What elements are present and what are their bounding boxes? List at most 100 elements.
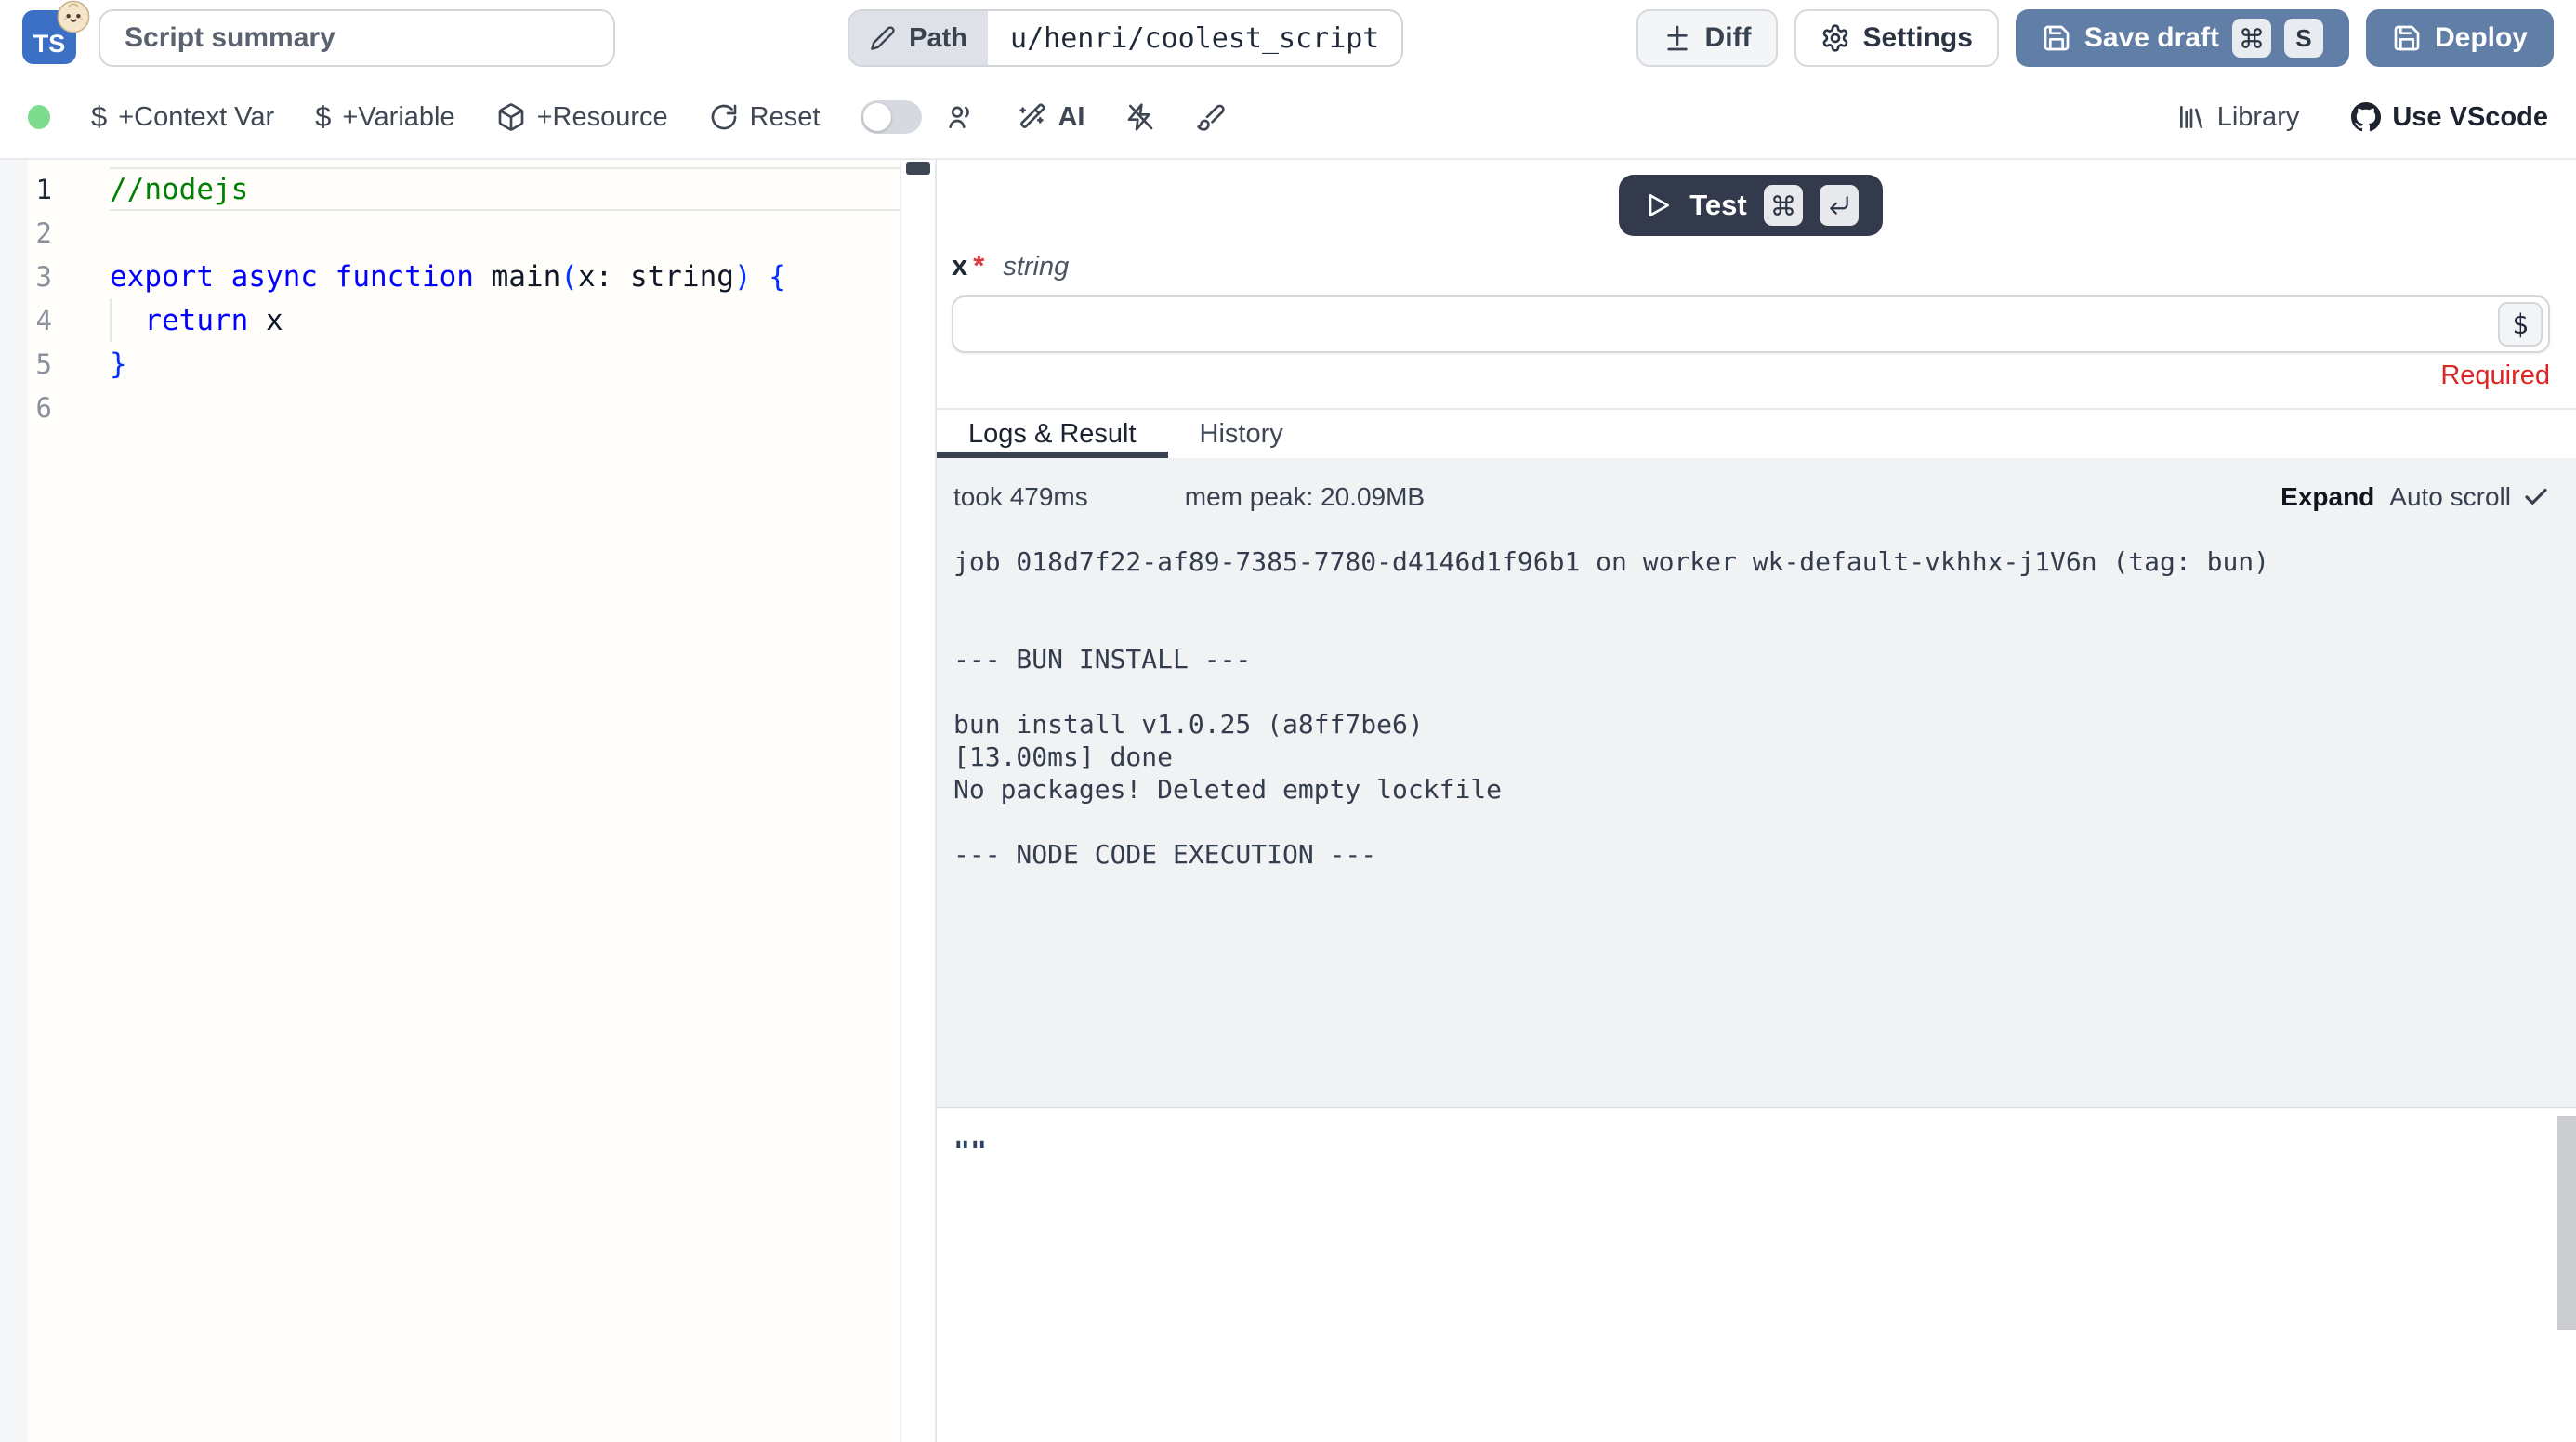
code-line[interactable]: 4 return x bbox=[0, 298, 900, 342]
log-line bbox=[953, 578, 2550, 610]
add-resource-button[interactable]: +Resource bbox=[496, 102, 668, 133]
dollar-icon: $ bbox=[91, 100, 107, 134]
log-line: job 018d7f22-af89-7385-7780-d4146d1f96b1… bbox=[953, 545, 2550, 578]
code-token: async bbox=[231, 260, 318, 294]
log-output: job 018d7f22-af89-7385-7780-d4146d1f96b1… bbox=[937, 545, 2576, 871]
diff-button[interactable]: Diff bbox=[1636, 9, 1778, 67]
line-number: 1 bbox=[0, 174, 110, 205]
save-draft-button[interactable]: Save draft S bbox=[2016, 9, 2349, 67]
code-editor[interactable]: 1//nodejs23export async function main(x:… bbox=[0, 160, 901, 1442]
indent-guide bbox=[110, 298, 112, 342]
argument-label-row: x * string bbox=[952, 249, 2550, 282]
code-token: return bbox=[144, 304, 248, 337]
language-logo: TS bbox=[22, 10, 78, 66]
result-tabs: Logs & Result History bbox=[937, 408, 2576, 458]
toolbar-right-group: Library Use VScode bbox=[2176, 102, 2548, 133]
test-button[interactable]: Test bbox=[1619, 175, 1882, 236]
add-variable-button[interactable]: $ +Variable bbox=[315, 100, 454, 134]
code-lines: 1//nodejs23export async function main(x:… bbox=[0, 167, 900, 429]
refresh-icon bbox=[709, 102, 739, 132]
add-context-var-button[interactable]: $ +Context Var bbox=[91, 100, 274, 134]
test-args-section: Test x * string $ bbox=[937, 160, 2576, 391]
zap-off-icon bbox=[1125, 102, 1155, 132]
line-number: 6 bbox=[0, 392, 110, 424]
code-line[interactable]: 3export async function main(x: string) { bbox=[0, 255, 900, 298]
code-token: x: string bbox=[578, 260, 734, 294]
result-scrollbar[interactable] bbox=[2557, 1112, 2576, 1442]
s-key: S bbox=[2284, 19, 2323, 58]
autoscroll-toggle[interactable]: Auto scroll bbox=[2389, 482, 2550, 512]
line-number: 3 bbox=[0, 261, 110, 293]
code-token: } bbox=[110, 347, 127, 381]
diff-icon bbox=[1663, 23, 1692, 53]
path-value: u/henri/coolest_script bbox=[988, 11, 1401, 65]
magic-wand-icon bbox=[1017, 102, 1046, 132]
command-icon bbox=[2240, 26, 2264, 50]
argument-x-input[interactable] bbox=[952, 295, 2550, 353]
log-line bbox=[953, 610, 2550, 643]
code-line[interactable]: 2 bbox=[0, 211, 900, 255]
code-line[interactable]: 5} bbox=[0, 342, 900, 386]
tab-logs-result[interactable]: Logs & Result bbox=[937, 410, 1168, 458]
line-number: 4 bbox=[0, 305, 110, 336]
return-icon bbox=[1827, 193, 1851, 217]
log-line: No packages! Deleted empty lockfile bbox=[953, 773, 2550, 806]
code-token: ( bbox=[560, 260, 578, 294]
header-actions: Diff Settings Save draft S bbox=[1636, 9, 2554, 67]
format-code-button[interactable] bbox=[1196, 102, 1226, 132]
bun-runtime-icon bbox=[56, 0, 91, 34]
library-button[interactable]: Library bbox=[2176, 102, 2300, 133]
code-text bbox=[110, 211, 900, 255]
play-icon bbox=[1643, 190, 1673, 220]
code-token bbox=[248, 304, 266, 337]
memory-stat: mem peak: 20.09MB bbox=[1185, 482, 1425, 512]
log-line bbox=[953, 806, 2550, 838]
code-text bbox=[110, 386, 900, 429]
tab-history[interactable]: History bbox=[1168, 410, 1315, 458]
main-split: 1//nodejs23export async function main(x:… bbox=[0, 160, 2576, 1442]
save-draft-label: Save draft bbox=[2084, 22, 2219, 54]
required-marker: * bbox=[973, 249, 984, 282]
path-label-section: Path bbox=[849, 11, 988, 65]
code-token bbox=[110, 304, 144, 337]
scrollbar-thumb[interactable] bbox=[2557, 1116, 2576, 1330]
enter-key bbox=[1820, 185, 1859, 226]
use-vscode-button[interactable]: Use VScode bbox=[2351, 102, 2548, 133]
settings-button[interactable]: Settings bbox=[1794, 9, 1999, 67]
multiplayer-toggle[interactable] bbox=[861, 100, 922, 134]
deploy-button[interactable]: Deploy bbox=[2366, 9, 2554, 67]
code-token: function bbox=[335, 260, 474, 294]
script-summary-input[interactable] bbox=[99, 9, 615, 67]
expand-button[interactable]: Expand bbox=[2280, 482, 2374, 512]
reset-button[interactable]: Reset bbox=[709, 102, 821, 133]
path-chip[interactable]: Path u/henri/coolest_script bbox=[848, 9, 1403, 67]
command-icon bbox=[1771, 193, 1795, 217]
code-line[interactable]: 6 bbox=[0, 386, 900, 429]
use-vscode-label: Use VScode bbox=[2392, 102, 2548, 133]
code-text: return x bbox=[110, 298, 900, 342]
toggle-knob bbox=[863, 103, 891, 131]
result-value: "" bbox=[953, 1136, 2554, 1169]
ai-assistant-button[interactable]: AI bbox=[1017, 102, 1084, 133]
assistant-disabled-button[interactable] bbox=[1125, 102, 1155, 132]
log-line: [13.00ms] done bbox=[953, 741, 2550, 773]
gear-icon bbox=[1820, 23, 1850, 53]
brush-icon bbox=[1196, 102, 1226, 132]
diff-label: Diff bbox=[1705, 22, 1752, 54]
top-header: TS Path u/henri/coolest_script Diff bbox=[0, 0, 2576, 76]
panel-splitter[interactable] bbox=[901, 160, 935, 1442]
code-token: main bbox=[492, 260, 561, 294]
test-label: Test bbox=[1689, 189, 1746, 222]
insert-variable-button[interactable]: $ bbox=[2498, 302, 2543, 347]
code-line[interactable]: 1//nodejs bbox=[0, 167, 900, 211]
reset-label: Reset bbox=[750, 102, 821, 133]
code-text: export async function main(x: string) { bbox=[110, 255, 900, 298]
splitter-grip[interactable] bbox=[906, 162, 930, 175]
required-hint: Required bbox=[952, 360, 2550, 391]
settings-label: Settings bbox=[1863, 22, 1973, 54]
multiplayer-users-button[interactable] bbox=[946, 102, 976, 132]
code-token: x bbox=[266, 304, 283, 337]
log-line bbox=[953, 675, 2550, 708]
code-token: { bbox=[769, 260, 786, 294]
library-icon bbox=[2176, 102, 2206, 132]
